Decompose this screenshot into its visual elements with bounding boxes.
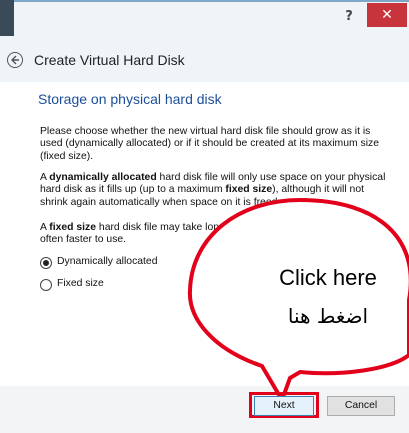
cancel-button[interactable]: Cancel: [327, 396, 395, 416]
back-arrow-icon[interactable]: [7, 52, 23, 68]
fixed-description: A fixed size hard disk file may take lon…: [40, 222, 392, 247]
bold-term-fixed: fixed size: [225, 184, 273, 196]
text-fragment: A: [40, 172, 50, 183]
window-titlebar: ? ✕: [0, 0, 409, 36]
bold-term-fixed: fixed size: [49, 222, 97, 233]
radio-dynamically-allocated[interactable]: [40, 257, 52, 269]
text-fragment: A: [40, 222, 50, 233]
callout-text-english: Click here: [279, 265, 377, 290]
next-button[interactable]: Next: [254, 396, 314, 416]
close-button[interactable]: ✕: [367, 3, 407, 27]
radio-label-fixed-size[interactable]: Fixed size: [57, 278, 104, 289]
help-button[interactable]: ?: [334, 6, 364, 28]
section-title: Storage on physical hard disk: [38, 91, 222, 107]
intro-paragraph: Please choose whether the new virtual ha…: [40, 126, 379, 162]
titlebar-accent-line: [0, 0, 409, 2]
callout-text-arabic: اضغط هنا: [287, 304, 369, 328]
dialog-title: Create Virtual Hard Disk: [34, 52, 185, 68]
bold-term-dynamic: dynamically allocated: [49, 172, 157, 183]
dynamic-description: A dynamically allocated hard disk file w…: [40, 172, 392, 209]
radio-label-dynamically-allocated[interactable]: Dynamically allocated: [57, 256, 158, 267]
radio-fixed-size[interactable]: [40, 279, 52, 291]
titlebar-left-edge: [0, 0, 14, 36]
